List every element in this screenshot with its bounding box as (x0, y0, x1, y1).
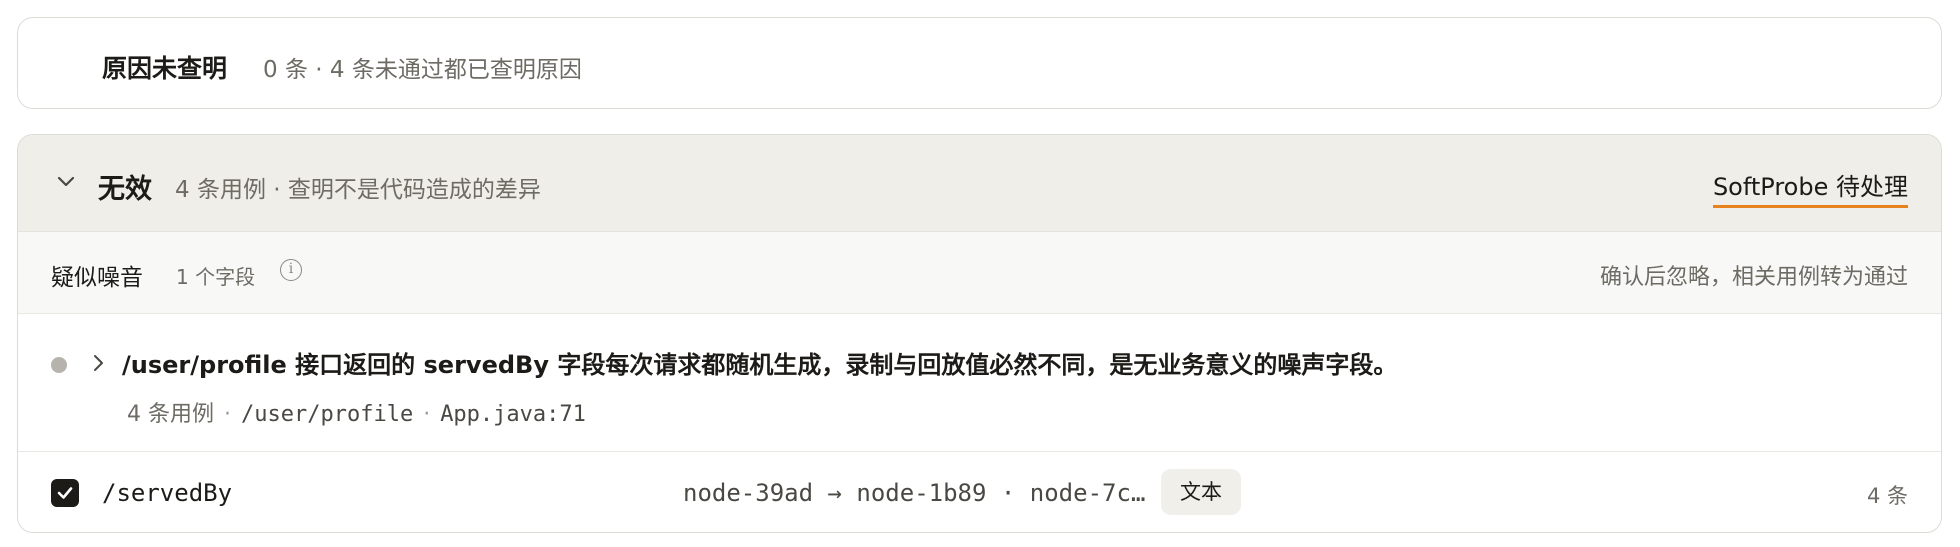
noise-field-count: 1 个字段 (176, 265, 256, 289)
invalid-card: 无效 4 条用例 · 查明不是代码造成的差异 SoftProbe 待处理 疑似噪… (17, 134, 1942, 533)
field-checkbox[interactable] (51, 479, 79, 507)
field-path: /servedBy (102, 479, 233, 507)
issue-title: /user/profile 接口返回的 servedBy 字段每次请求都随机生成… (122, 351, 1398, 379)
meta-separator: · (224, 402, 231, 427)
issue-endpoint: /user/profile (241, 402, 414, 427)
invalid-section-header[interactable]: 无效 4 条用例 · 查明不是代码造成的差异 SoftProbe 待处理 (18, 135, 1941, 232)
noise-group-header: 疑似噪音 1 个字段 i 确认后忽略，相关用例转为通过 (18, 232, 1941, 314)
chevron-right-icon[interactable] (88, 350, 110, 376)
issue-row[interactable]: /user/profile 接口返回的 servedBy 字段每次请求都随机生成… (18, 314, 1941, 452)
unexplained-title: 原因未查明 (102, 54, 228, 83)
invalid-title: 无效 (98, 174, 152, 205)
issue-case-count: 4 条用例 (127, 402, 214, 427)
info-icon[interactable]: i (280, 259, 302, 281)
issue-location[interactable]: App.java:71 (440, 402, 586, 427)
chevron-down-icon[interactable] (52, 168, 80, 196)
field-values: node-39ad → node-1b89 · node-7c21 (683, 479, 1153, 507)
status-dot-icon (51, 357, 67, 373)
check-icon (57, 487, 73, 499)
noise-hint: 确认后忽略，相关用例转为通过 (1599, 265, 1908, 290)
field-type-badge: 文本 (1161, 469, 1241, 515)
unexplained-summary: 0 条 · 4 条未通过都已查明原因 (263, 57, 582, 83)
field-count: 4 条 (1866, 484, 1908, 508)
softprobe-pending-link[interactable]: SoftProbe 待处理 (1712, 167, 1908, 208)
issue-meta: 4 条用例 · /user/profile · App.java:71 (127, 396, 586, 428)
meta-separator: · (423, 402, 431, 427)
unexplained-card: 原因未查明 0 条 · 4 条未通过都已查明原因 (17, 17, 1942, 109)
noise-title: 疑似噪音 (51, 265, 143, 291)
invalid-summary: 4 条用例 · 查明不是代码造成的差异 (175, 177, 541, 203)
field-row[interactable]: /servedBy node-39ad → node-1b89 · node-7… (18, 452, 1941, 532)
